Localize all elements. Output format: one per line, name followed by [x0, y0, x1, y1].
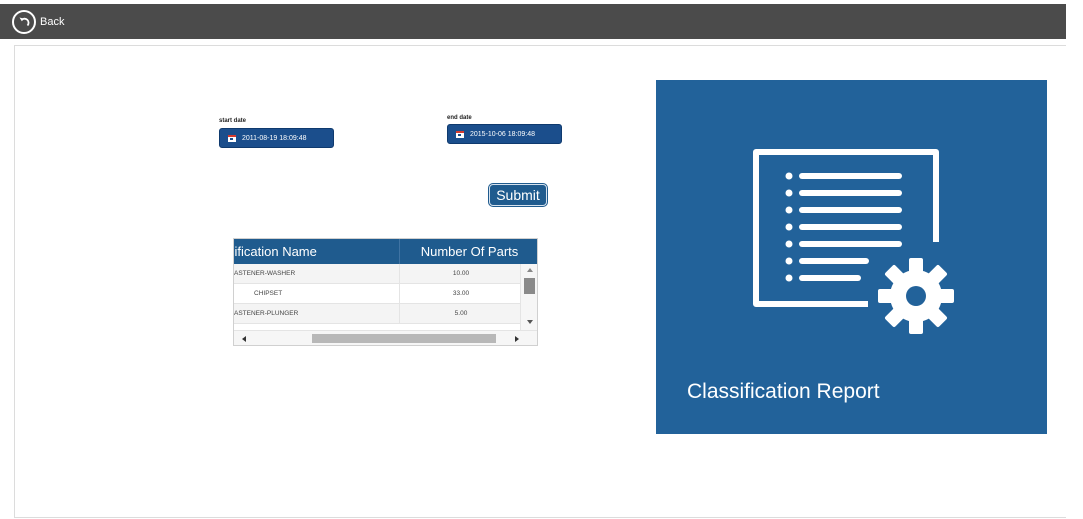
back-button[interactable]: Back	[12, 10, 64, 34]
calendar-icon	[228, 134, 236, 142]
cell-number-of-parts: 33.00	[399, 284, 522, 303]
scroll-up-arrow-icon[interactable]	[527, 268, 533, 272]
scroll-down-arrow-icon[interactable]	[527, 320, 533, 324]
grid-header: sification Name Number Of Parts	[234, 239, 537, 264]
submit-button[interactable]: Submit	[489, 184, 547, 206]
calendar-icon	[456, 130, 464, 138]
column-header-number-of-parts[interactable]: Number Of Parts	[399, 239, 537, 264]
column-header-classification-name[interactable]: sification Name	[234, 239, 399, 264]
cell-number-of-parts: 10.00	[399, 264, 522, 283]
scroll-right-arrow-icon[interactable]	[515, 336, 519, 342]
cell-number-of-parts: 5.00	[399, 304, 522, 323]
back-arrow-icon	[12, 10, 36, 34]
top-bar: Back	[0, 4, 1066, 39]
classification-grid: sification Name Number Of Parts ASTENER-…	[233, 238, 538, 346]
vertical-scrollbar[interactable]	[520, 264, 537, 330]
cell-classification-name: ASTENER-WASHER	[234, 270, 296, 277]
cell-classification-name: CHIPSET	[254, 290, 283, 297]
horizontal-scrollbar[interactable]	[234, 330, 537, 345]
table-row[interactable]: ASTENER-PLUNGER 5.00	[234, 304, 522, 324]
start-date-value: 2011-08-19 18:09:48	[242, 134, 307, 142]
scroll-left-arrow-icon[interactable]	[242, 336, 246, 342]
vertical-scroll-thumb[interactable]	[524, 278, 535, 294]
report-settings-icon	[753, 149, 954, 334]
classification-report-tile[interactable]: Classification Report	[656, 80, 1047, 434]
start-date-picker[interactable]: 2011-08-19 18:09:48	[219, 128, 334, 148]
table-row[interactable]: CHIPSET 33.00	[234, 284, 522, 304]
back-label: Back	[40, 16, 65, 28]
horizontal-scroll-thumb[interactable]	[312, 334, 496, 343]
cell-classification-name: ASTENER-PLUNGER	[234, 310, 299, 317]
tile-label: Classification Report	[687, 380, 880, 403]
end-date-label: end date	[447, 115, 472, 121]
table-row[interactable]: ASTENER-WASHER 10.00	[234, 264, 522, 284]
end-date-picker[interactable]: 2015-10-06 18:09:48	[447, 124, 562, 144]
end-date-value: 2015-10-06 18:09:48	[470, 130, 535, 138]
start-date-label: start date	[219, 118, 247, 124]
